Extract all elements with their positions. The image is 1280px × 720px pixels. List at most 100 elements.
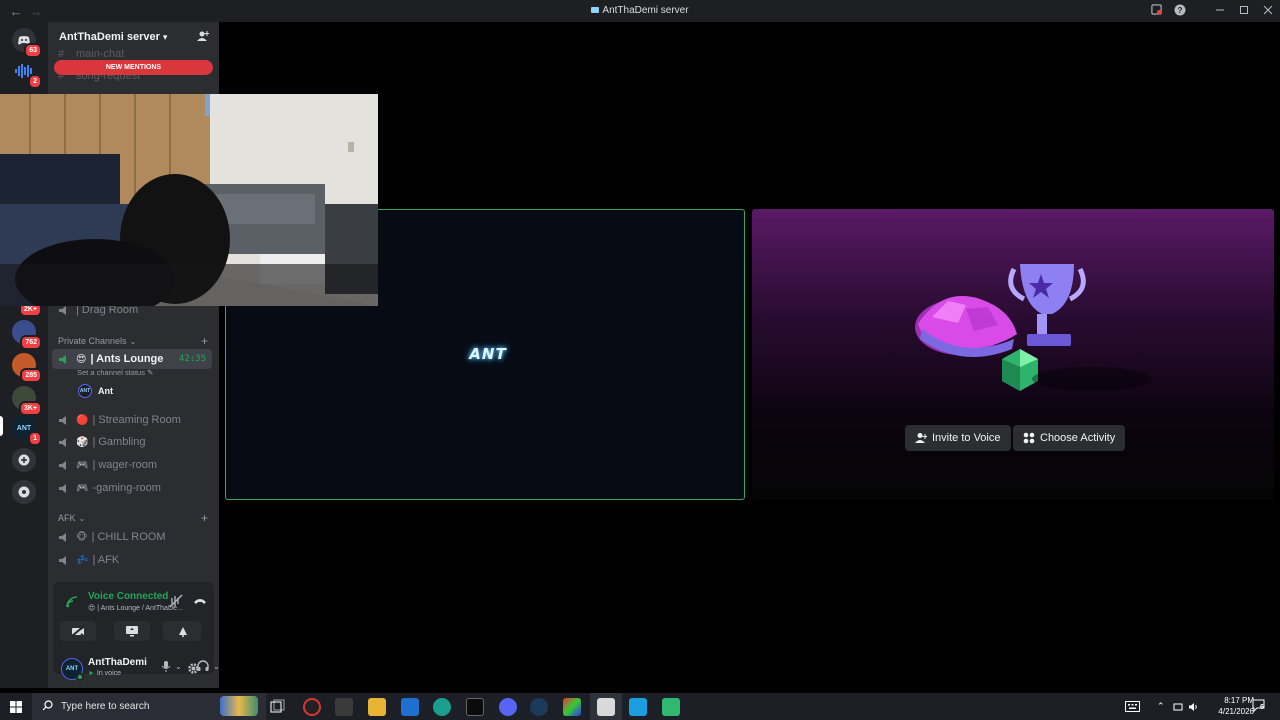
store-app-icon[interactable] xyxy=(335,698,353,716)
game-app-icon[interactable] xyxy=(563,698,581,716)
taskbar-search-input[interactable]: Type here to search xyxy=(32,693,266,720)
channel-gaming-room[interactable]: 🎮 -gaming-room xyxy=(52,478,212,498)
channel-label: | CHILL ROOM xyxy=(91,531,166,543)
avatar: ANT xyxy=(78,384,92,398)
task-view-icon[interactable] xyxy=(268,698,286,716)
volume-icon[interactable] xyxy=(1188,701,1199,715)
noise-suppression-icon[interactable] xyxy=(169,594,183,608)
keyboard-icon[interactable] xyxy=(1125,701,1140,715)
channel-status-prompt[interactable]: Set a channel status ✎ xyxy=(77,368,153,377)
camera-off-icon xyxy=(71,625,85,637)
add-channel-icon[interactable]: + xyxy=(201,511,208,525)
tray-chevron-up-icon[interactable]: ⌃ xyxy=(1157,701,1165,712)
title-bar: ← → AntThaDemi server ? xyxy=(0,0,1280,22)
user-avatar-text: ANT xyxy=(65,666,79,672)
channel-streaming-room[interactable]: 🔴 | Streaming Room xyxy=(52,410,212,430)
notification-count: 6 xyxy=(1260,704,1264,711)
trophy-illustration xyxy=(915,264,1152,391)
close-window-icon[interactable] xyxy=(1256,5,1280,18)
server-badge: 762 xyxy=(20,335,42,350)
emoji-icon: 😍 xyxy=(76,353,87,365)
clock-time: 8:17 PM xyxy=(1224,696,1254,705)
file-explorer-icon[interactable] xyxy=(368,698,386,716)
soundboard-button[interactable] xyxy=(165,621,201,641)
notepad-icon[interactable] xyxy=(597,698,615,716)
activities-icon xyxy=(1023,432,1035,444)
online-status-dot xyxy=(76,673,84,681)
svg-text:?: ? xyxy=(1178,6,1183,15)
server-icon-c[interactable]: 285 xyxy=(12,353,42,383)
obs-app-icon[interactable] xyxy=(303,698,321,716)
choose-activity-button[interactable]: Choose Activity xyxy=(1013,425,1126,451)
voice-user-ant[interactable]: ANT Ant xyxy=(78,384,113,398)
window-title-text: AntThaDemi server xyxy=(602,5,689,16)
forward-arrow-icon[interactable]: → xyxy=(28,4,44,19)
add-channel-icon[interactable]: + xyxy=(201,334,208,348)
channel-ants-lounge[interactable]: 😍 | Ants Lounge 42:35 xyxy=(52,349,212,369)
add-server-icon[interactable] xyxy=(12,448,36,472)
activity-tile xyxy=(752,209,1274,500)
ant-logo-avatar: ANT xyxy=(469,345,507,363)
user-status-text: In voice xyxy=(96,670,122,677)
channel-afk[interactable]: 💤 | AFK xyxy=(52,550,212,570)
username[interactable]: AntThaDemi xyxy=(88,657,147,668)
windows-taskbar: Type here to search ⌃ 8:17 PM 4/21/2026 … xyxy=(0,693,1280,720)
chevron-down-icon: ⌄ xyxy=(78,513,86,523)
invite-to-voice-button[interactable]: Invite to Voice xyxy=(905,425,1011,451)
channel-label: | AFK xyxy=(92,554,120,566)
green-app-icon[interactable] xyxy=(662,698,680,716)
channel-chill-room[interactable]: 🐵 | CHILL ROOM xyxy=(52,527,212,547)
server-icon-audio[interactable]: 2 xyxy=(12,59,42,89)
category-private-channels[interactable]: Private Channels ⌄ + xyxy=(58,334,208,348)
voice-timer: 42:35 xyxy=(178,354,206,364)
help-icon[interactable]: ? xyxy=(1168,4,1192,19)
category-afk[interactable]: AFK ⌄ + xyxy=(58,511,208,525)
blue-app-icon[interactable] xyxy=(629,698,647,716)
channel-wager-room[interactable]: 🎮 | wager-room xyxy=(52,455,212,475)
speaker-icon xyxy=(58,353,72,365)
add-person-icon xyxy=(915,433,927,443)
category-label: Private Channels xyxy=(58,336,127,346)
server-icon-b[interactable]: 762 xyxy=(12,320,42,350)
windows-start-icon[interactable] xyxy=(10,701,22,716)
screen-share-button[interactable] xyxy=(114,621,150,641)
server-icon-antthademi[interactable]: ANT 1 xyxy=(12,416,42,446)
channel-gambling[interactable]: 🎲 | Gambling xyxy=(52,432,212,452)
voice-connected-title[interactable]: Voice Connected xyxy=(88,591,168,602)
hash-icon: # xyxy=(58,48,65,60)
headphones-button[interactable]: ⌄ xyxy=(197,660,220,672)
server-icon-d[interactable]: 3K+ xyxy=(12,386,42,416)
arc-app-icon[interactable] xyxy=(466,698,484,716)
search-placeholder: Type here to search xyxy=(61,701,150,712)
signal-icon[interactable] xyxy=(65,595,79,609)
system-clock[interactable]: 8:17 PM 4/21/2026 xyxy=(1218,695,1254,717)
inbox-icon[interactable] xyxy=(1144,4,1168,18)
settings-gear-icon[interactable] xyxy=(187,662,200,675)
disconnect-icon[interactable] xyxy=(193,594,207,608)
speaker-icon xyxy=(58,414,72,426)
soundboard-icon xyxy=(179,627,187,637)
channel-label: | wager-room xyxy=(92,459,158,471)
microsoft-store-icon[interactable] xyxy=(401,698,419,716)
server-mini-icon xyxy=(591,7,600,14)
direct-messages-icon[interactable]: 63 xyxy=(12,28,42,58)
pencil-icon: ✎ xyxy=(147,368,154,377)
user-avatar[interactable]: ANT xyxy=(61,658,84,681)
new-mentions-pill[interactable]: NEW MENTIONS xyxy=(54,60,213,75)
webcam-overlay[interactable] xyxy=(0,94,378,306)
camera-off-button[interactable] xyxy=(60,621,96,641)
maximize-icon[interactable] xyxy=(1232,5,1256,18)
notification-center-icon[interactable]: 6 xyxy=(1252,699,1266,713)
minimize-icon[interactable] xyxy=(1208,5,1232,18)
chevron-down-icon: ⌄ xyxy=(129,336,137,346)
network-icon[interactable] xyxy=(1173,701,1183,715)
microphone-button[interactable]: ⌄ xyxy=(161,660,182,673)
edge-browser-icon[interactable] xyxy=(433,698,451,716)
choose-activity-label: Choose Activity xyxy=(1040,432,1116,444)
add-member-icon[interactable] xyxy=(197,30,209,42)
discord-taskbar-icon[interactable] xyxy=(499,698,517,716)
back-arrow-icon[interactable]: ← xyxy=(8,4,24,19)
webcam-feed-image xyxy=(0,94,378,306)
steam-icon[interactable] xyxy=(530,698,548,716)
discover-compass-icon[interactable] xyxy=(12,480,36,504)
